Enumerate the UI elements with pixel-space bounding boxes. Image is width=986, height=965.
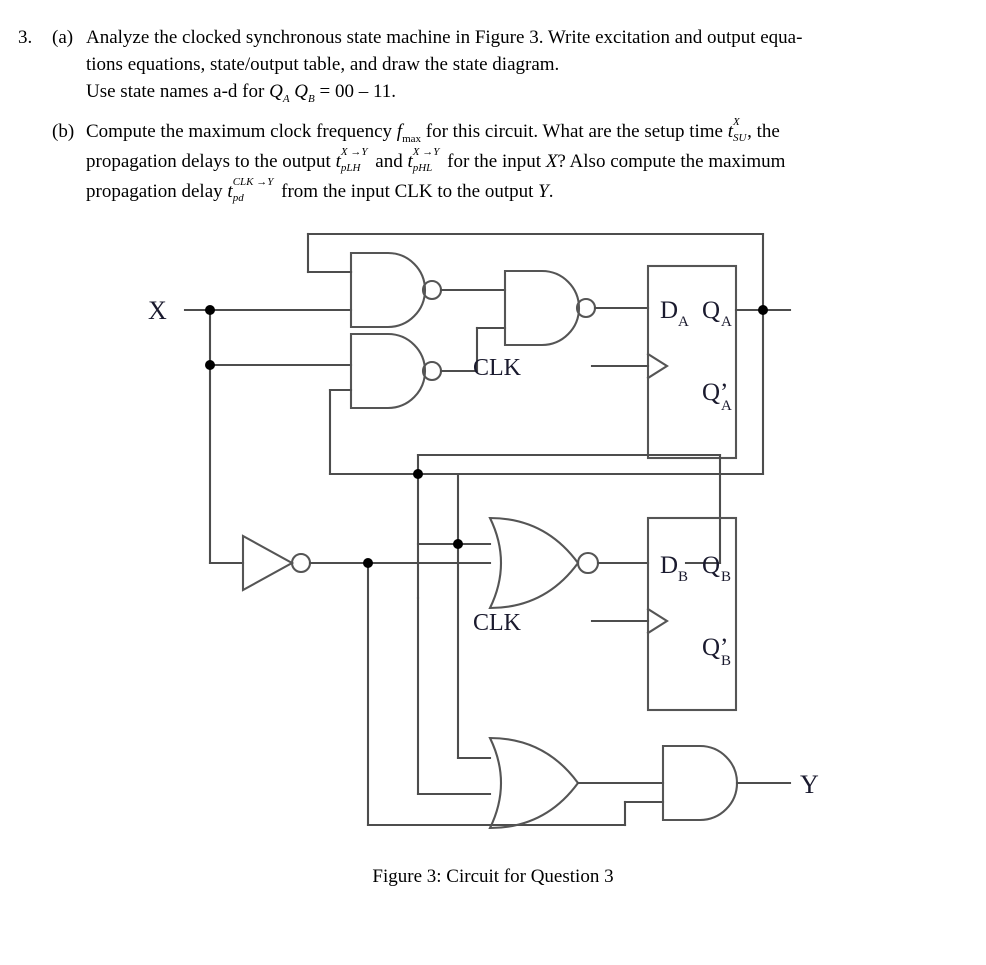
flip-flop-b-clock-triangle [646, 607, 669, 635]
nand-gate-2-body [349, 332, 426, 410]
inverter-gate-bubble [290, 552, 312, 574]
and-gate-body [661, 744, 738, 822]
label-input-x: X [148, 296, 167, 325]
nor-gate-body [488, 516, 580, 610]
flip-flop-b-box [646, 516, 738, 712]
question-number: 3. [18, 27, 33, 48]
or-gate-body [488, 736, 580, 830]
label-ffb-q-sub: B [721, 569, 731, 585]
x-variable: X [545, 151, 558, 172]
part-a-label: (a) [52, 27, 74, 48]
inverter-gate-body [241, 534, 295, 592]
question-block: 3. (a) Analyze the clocked synchronous s… [18, 24, 968, 221]
tsu-scripts: XSUSU [733, 116, 747, 148]
part-a-text: Analyze the clocked synchronous state ma… [86, 24, 968, 105]
part-b-seg10: . [548, 181, 554, 202]
part-a-line1: Analyze the clocked synchronous state ma… [86, 27, 803, 48]
tplh-subscript: pLH [340, 162, 361, 174]
figure-caption: Figure 3: Circuit for Question 3 [372, 866, 614, 887]
label-ffa-qn-sub: A [721, 398, 732, 414]
part-b-label: (b) [52, 121, 75, 142]
label-ffb-qn-sub: B [721, 653, 731, 669]
label-ffa-d-sub: A [678, 314, 689, 330]
junction-dot-bus-2 [453, 539, 463, 549]
junction-dot-inverter-out [363, 558, 373, 568]
label-ffa-q-sub: A [721, 314, 732, 330]
part-a-line2: tions equations, state/output table, and… [86, 54, 560, 75]
q-b-symbol: Q [294, 81, 309, 102]
circuit-diagram-svg: X CLK CLK Y D A Q A Q’ A D B Q B Q’ B [148, 232, 819, 830]
q-b-subscript: B [308, 92, 315, 105]
circuit-figure: X CLK CLK Y D A Q A Q’ A D B Q B Q’ B [0, 218, 986, 918]
part-b-text: Compute the maximum clock frequency fmax… [86, 116, 968, 208]
tphl-subscript: pHL [412, 162, 433, 174]
tplh-scripts: X →YpLHX →Y [341, 146, 371, 178]
part-b-seg7: ? Also compute the maximum [557, 151, 786, 172]
part-b-seg4: propagation delays to the output [86, 151, 336, 172]
q-a-symbol: Q [269, 81, 283, 102]
nand-gate-1-body [349, 251, 426, 329]
question-part-a: (a) Analyze the clocked synchronous stat… [52, 24, 968, 105]
nor-gate-bubble [576, 551, 600, 575]
y-variable: Y [538, 181, 549, 202]
question-part-b: (b) Compute the maximum clock frequency … [52, 116, 968, 208]
tsu-subscript: SU [733, 132, 747, 144]
label-output-y: Y [800, 770, 819, 799]
part-b-seg3: , the [747, 121, 780, 142]
part-b-seg5: and [370, 151, 408, 172]
junction-dot-x-top [205, 305, 215, 315]
tphl-scripts: X →YpHLX →Y [413, 146, 443, 178]
label-ffa-q: Q [702, 297, 720, 324]
label-ffb-q: Q [702, 552, 720, 579]
label-ffb-d: D [660, 552, 678, 579]
label-clk-b: CLK [473, 610, 522, 636]
page: 3. (a) Analyze the clocked synchronous s… [0, 0, 986, 965]
part-b-seg2: for this circuit. What are the setup tim… [421, 121, 728, 142]
flip-flop-a-clock-triangle [646, 352, 669, 380]
label-ffb-d-sub: B [678, 569, 688, 585]
junction-dot-qa [758, 305, 768, 315]
part-b-seg6: for the input [442, 151, 546, 172]
junction-dot-x-mid [205, 360, 215, 370]
tpd-scripts: CLK →YpdCLK →Y [233, 176, 277, 208]
part-a-line3-lead: Use state names a-d for [86, 81, 270, 102]
part-b-seg8: propagation delay [86, 181, 228, 202]
tpd-subscript: pd [232, 192, 244, 204]
label-ffa-d: D [660, 297, 678, 324]
part-b-seg9: from the input CLK to the output [276, 181, 539, 202]
nand-gate-3-body [503, 269, 580, 347]
junction-dot-bus-1 [413, 469, 423, 479]
part-a-line3-tail: = 00 – 11. [314, 81, 397, 102]
q-a-subscript: A [282, 92, 290, 105]
label-clk-a: CLK [473, 355, 522, 381]
